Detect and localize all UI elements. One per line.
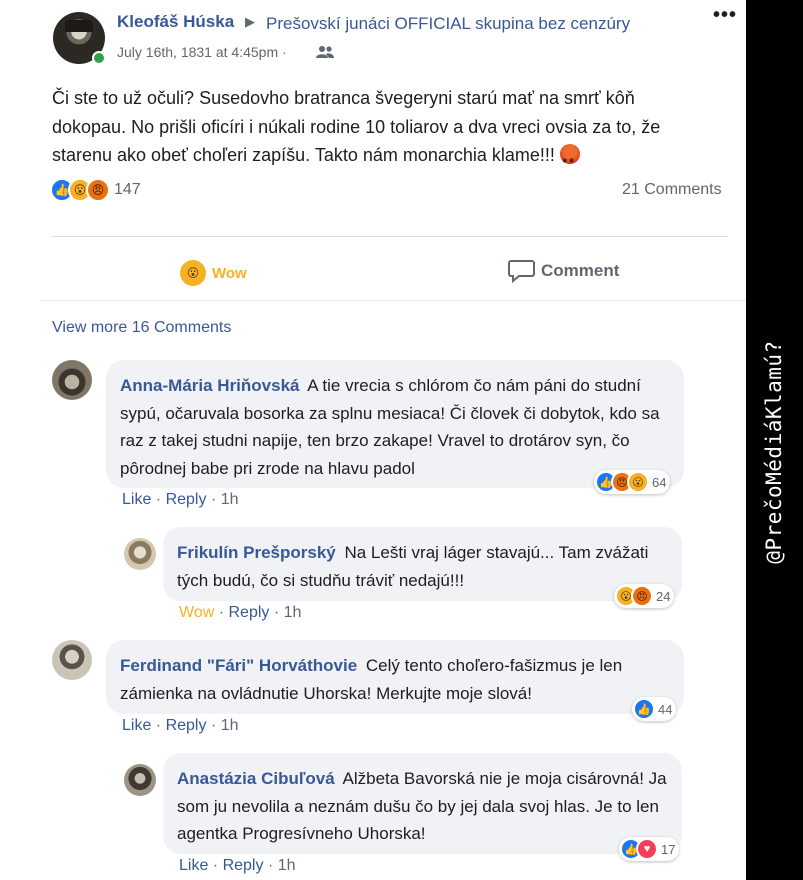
post-author-name[interactable]: Kleofáš Húska [117, 12, 234, 32]
comment-reactions[interactable]: 👍 44 [632, 697, 677, 721]
post-card: Kleofáš Húska ▶ Prešovskí junáci OFFICIA… [0, 0, 746, 880]
post-reactions-summary[interactable]: 👍 😮 😠 147 [50, 178, 141, 202]
more-options-icon[interactable]: ••• [713, 4, 737, 27]
reply-link[interactable]: Reply [223, 857, 264, 874]
commenter-avatar[interactable] [124, 538, 156, 570]
comment-bubble: Frikulín Prešporský Na Lešti vraj láger … [163, 527, 682, 601]
wow-reaction-button[interactable]: 😮 Wow [180, 260, 247, 286]
like-link[interactable]: Like [122, 717, 151, 734]
wow-icon: 😮 [180, 260, 206, 286]
comment-reactions[interactable]: 😮 😠 24 [614, 584, 675, 608]
reaction-count: 147 [114, 181, 141, 198]
commenter-avatar[interactable] [52, 360, 92, 400]
online-status-dot [92, 51, 106, 65]
comment-actions: Like · Reply · 1h [122, 491, 239, 508]
comment-bubble-icon [508, 260, 535, 283]
reply-link[interactable]: Reply [166, 491, 207, 508]
comment-time[interactable]: 1h [221, 491, 239, 508]
friends-audience-icon[interactable] [316, 45, 334, 59]
divider [52, 236, 728, 237]
commenter-avatar[interactable] [52, 640, 92, 680]
post-text: Či ste to už očuli? Susedovho bratranca … [52, 84, 712, 176]
comment-reaction-count: 17 [661, 841, 676, 857]
comment-time[interactable]: 1h [278, 857, 296, 874]
reply-link[interactable]: Reply [166, 717, 207, 734]
angry-reaction-icon: 😠 [631, 585, 653, 607]
meta-separator: · [282, 44, 287, 60]
wow-button-label: Wow [212, 264, 247, 282]
watermark-text: @PrečoMédiáKlamú? [762, 340, 786, 564]
comment-button-label: Comment [541, 261, 620, 280]
view-more-comments-link[interactable]: View more 16 Comments [52, 319, 231, 337]
commenter-name[interactable]: Ferdinand "Fári" Horváthovie [120, 656, 357, 675]
love-reaction-icon: ♥ [636, 838, 658, 860]
angry-emoji-icon [559, 144, 580, 176]
commenter-avatar[interactable] [124, 764, 156, 796]
comment-reactions[interactable]: 👍 ♥ 17 [619, 837, 680, 861]
commenter-name[interactable]: Anastázia Cibuľová [177, 769, 335, 788]
like-link[interactable]: Like [122, 491, 151, 508]
comment-bubble: Anastázia Cibuľová Alžbeta Bavorská nie … [163, 753, 682, 854]
comment-time[interactable]: 1h [284, 604, 302, 621]
divider [40, 300, 746, 301]
commenter-name[interactable]: Anna-Mária Hriňovská [120, 376, 300, 395]
post-date[interactable]: July 16th, 1831 at 4:45pm [117, 44, 278, 60]
comment-bubble: Anna-Mária Hriňovská A tie vrecia s chló… [106, 360, 684, 488]
reply-link[interactable]: Reply [228, 604, 269, 621]
comment-time[interactable]: 1h [221, 717, 239, 734]
arrow-right-icon: ▶ [245, 14, 255, 29]
comment-bubble: Ferdinand "Fári" Horváthovie Celý tento … [106, 640, 684, 714]
like-reaction-icon: 👍 [633, 698, 655, 720]
comment-actions: Like · Reply · 1h [179, 857, 296, 874]
wow-reaction-icon: 😮 [627, 471, 649, 493]
angry-reaction-icon: 😠 [86, 178, 110, 202]
comment-reaction-count: 24 [656, 588, 671, 604]
like-link[interactable]: Like [179, 857, 208, 874]
comment-reaction-count: 64 [652, 474, 667, 490]
comment-reaction-count: 44 [658, 701, 673, 717]
comment-actions: Like · Reply · 1h [122, 717, 239, 734]
comments-count-link[interactable]: 21 Comments [622, 181, 722, 199]
comment-actions: Wow · Reply · 1h [179, 604, 302, 621]
group-name-link[interactable]: Prešovskí junáci OFFICIAL skupina bez ce… [266, 14, 630, 34]
post-meta: July 16th, 1831 at 4:45pm · [117, 44, 287, 60]
commenter-name[interactable]: Frikulín Prešporský [177, 543, 336, 562]
comment-button[interactable]: Comment [508, 259, 619, 283]
comment-reactions[interactable]: 👍 😠 😮 64 [594, 470, 671, 494]
wow-link[interactable]: Wow [179, 604, 214, 621]
